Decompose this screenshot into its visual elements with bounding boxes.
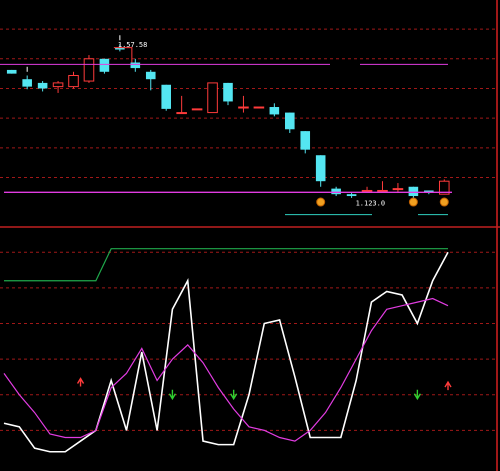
candle-body-18 (285, 112, 295, 130)
candle-body-6 (99, 58, 110, 72)
chart-background (0, 0, 500, 471)
signal-circle-3 (408, 197, 418, 207)
candle-body-16 (253, 106, 265, 109)
candle-body-1 (22, 79, 32, 87)
price-label-0: 1.57.58 (118, 41, 148, 49)
candle-body-8 (130, 62, 141, 69)
candle-body-26 (408, 186, 419, 197)
candle-body-25 (392, 188, 404, 191)
candle-body-0 (6, 69, 17, 74)
candle-body-24 (377, 189, 388, 192)
candle-body-9 (145, 71, 156, 80)
candle-body-12 (191, 108, 203, 111)
candle-body-5 (83, 58, 95, 82)
candle-body-15 (238, 106, 249, 109)
candle-body-13 (207, 82, 218, 114)
signal-circle-4 (439, 197, 449, 207)
stock-chart: 1.57.58 1.123.0 (0, 0, 500, 471)
candle-body-17 (269, 107, 280, 115)
candle-body-2 (37, 82, 48, 89)
candle-body-3 (52, 82, 64, 88)
candle-body-4 (68, 74, 79, 88)
candle-body-22 (346, 194, 357, 197)
candle-body-10 (161, 84, 171, 109)
candle-body-20 (315, 155, 326, 182)
candle-body-19 (300, 131, 311, 150)
candle-body-11 (176, 112, 187, 115)
candle-body-14 (223, 82, 233, 102)
candle-body-21 (331, 188, 341, 195)
candle-body-23 (361, 189, 373, 192)
price-label-1: 1.123.0 (356, 200, 386, 208)
signal-circle-2 (316, 197, 326, 207)
